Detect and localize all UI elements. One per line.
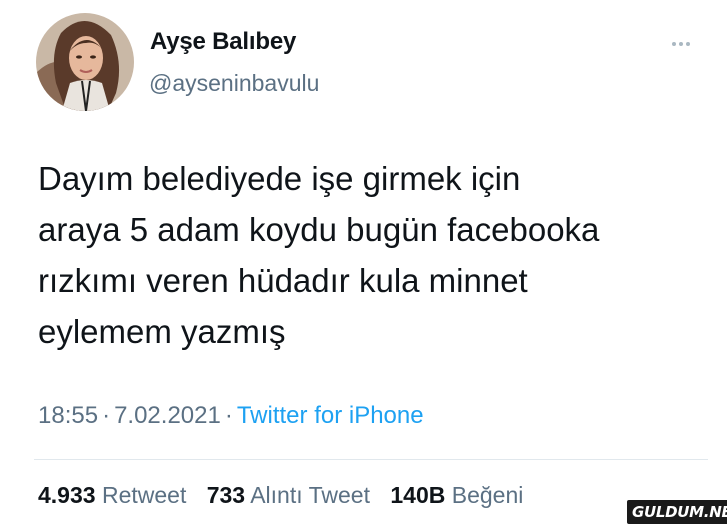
- meta-separator: ·: [224, 402, 233, 429]
- tweet-text-line: araya 5 adam koydu bugün facebooka: [38, 211, 600, 248]
- author-handle[interactable]: @ayseninbavulu: [149, 70, 319, 97]
- site-watermark: GULDUM.NET: [627, 500, 727, 524]
- tweet-text: Dayım belediyede işe girmek için araya 5…: [38, 153, 708, 357]
- retweets-stat[interactable]: 4.933 Retweet: [38, 482, 186, 509]
- more-options-icon[interactable]: [664, 33, 698, 53]
- avatar[interactable]: [36, 13, 134, 111]
- likes-count: 140B: [390, 482, 446, 508]
- tweet-text-line: Dayım belediyede işe girmek için: [38, 160, 521, 197]
- quotes-stat[interactable]: 733 Alıntı Tweet: [207, 482, 370, 509]
- quotes-count: 733: [206, 482, 246, 508]
- tweet-source-link[interactable]: Twitter for iPhone: [237, 402, 424, 429]
- tweet-time[interactable]: 18:55: [38, 402, 98, 429]
- divider: [34, 459, 708, 460]
- more-dot: [686, 42, 690, 46]
- more-dot: [679, 42, 683, 46]
- retweets-count: 4.933: [38, 482, 96, 508]
- tweet-text-line: rızkımı veren hüdadır kula minnet: [38, 262, 528, 299]
- tweet-meta: 18:55 · 7.02.2021 · Twitter for iPhone: [38, 402, 424, 430]
- retweets-label: Retweet: [101, 482, 187, 508]
- quotes-label: Alıntı Tweet: [250, 482, 370, 508]
- more-dot: [672, 42, 676, 46]
- avatar-photo: [36, 13, 134, 111]
- tweet-text-line: eylemem yazmış: [38, 313, 286, 350]
- tweet-date[interactable]: 7.02.2021: [114, 402, 221, 429]
- tweet-stats: 4.933 Retweet 733 Alıntı Tweet 140B Beğe…: [38, 482, 537, 509]
- author-display-name[interactable]: Ayşe Balıbey: [150, 28, 296, 56]
- meta-separator: ·: [102, 402, 111, 429]
- tweet-card: Ayşe Balıbey @ayseninbavulu Dayım beledi…: [0, 0, 727, 524]
- likes-label: Beğeni: [451, 482, 524, 508]
- likes-stat[interactable]: 140B Beğeni: [390, 482, 523, 509]
